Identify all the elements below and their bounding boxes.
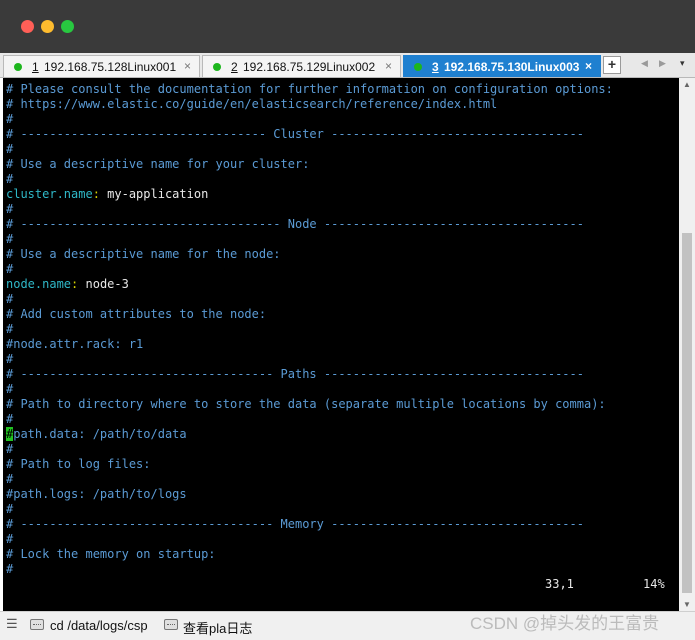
cursor-line-text: path.data: /path/to/data	[13, 427, 187, 441]
terminal-line: #	[6, 322, 14, 336]
terminal-line: #node.attr.rack: r1	[6, 337, 144, 351]
terminal-line: #	[6, 562, 14, 576]
config-key: node.name	[6, 277, 72, 291]
scrollbar-thumb[interactable]	[682, 233, 692, 593]
terminal-line: #	[6, 172, 14, 186]
terminal-line: # Please consult the documentation for f…	[6, 82, 613, 96]
terminal-line: #	[6, 292, 14, 306]
quick-command-cd-logs[interactable]: cd /data/logs/csp	[50, 618, 148, 633]
tab-scroll-right-icon[interactable]: ▶	[659, 58, 666, 69]
session-tab-bar: 1 192.168.75.128Linux001 × 2 192.168.75.…	[0, 53, 695, 78]
terminal-line: #	[6, 202, 14, 216]
close-tab-icon[interactable]: ×	[184, 59, 191, 73]
close-tab-icon[interactable]: ×	[585, 59, 592, 73]
terminal-line: #	[6, 502, 14, 516]
terminal-line: #	[6, 262, 14, 276]
tab-host-label: 192.168.75.129Linux002	[243, 60, 376, 74]
session-tab-3-active[interactable]: 3 192.168.75.130Linux003 ×	[403, 55, 601, 77]
session-tab-2[interactable]: 2 192.168.75.129Linux002 ×	[202, 55, 401, 77]
terminal-line: # ------------------------------------ N…	[6, 217, 584, 231]
terminal-line: # Add custom attributes to the node:	[6, 307, 267, 321]
tab-list-menu-icon[interactable]: ▾	[680, 58, 685, 69]
terminal-line: # Lock the memory on startup:	[6, 547, 216, 561]
close-tab-icon[interactable]: ×	[385, 59, 392, 73]
tab-host-label: 192.168.75.130Linux003	[444, 60, 580, 74]
terminal-line: #	[6, 382, 14, 396]
scroll-down-icon[interactable]: ▼	[683, 600, 691, 609]
connected-status-icon	[14, 63, 22, 71]
terminal-line: #	[6, 412, 14, 426]
tab-number: 3	[432, 60, 439, 74]
quick-command-view-pla-log[interactable]: 查看pla日志	[183, 618, 252, 637]
tab-scroll-left-icon[interactable]: ◀	[641, 58, 648, 69]
terminal-line: # Use a descriptive name for your cluste…	[6, 157, 310, 171]
config-line-cluster-name: cluster.name: my-application	[6, 187, 208, 202]
terminal-scrollbar[interactable]: ▲ ▼	[679, 78, 695, 611]
connected-status-icon	[414, 63, 422, 71]
config-line-node-name: node.name: node-3	[6, 277, 129, 292]
connected-status-icon	[213, 63, 221, 71]
csdn-watermark: CSDN @掉头发的王富贵	[470, 614, 660, 633]
cursor-line: #path.data: /path/to/data	[6, 427, 187, 442]
terminal-line: #	[6, 112, 14, 126]
tab-host-label: 192.168.75.128Linux001	[44, 60, 177, 74]
terminal-line: #	[6, 472, 14, 486]
terminal-line: # Path to log files:	[6, 457, 151, 471]
tab-number: 1	[32, 60, 39, 74]
terminal-line: #	[6, 142, 14, 156]
terminal-line: # Use a descriptive name for the node:	[6, 247, 281, 261]
terminal-line: # ----------------------------------- Me…	[6, 517, 584, 531]
scroll-up-icon[interactable]: ▲	[683, 80, 691, 89]
session-tab-1[interactable]: 1 192.168.75.128Linux001 ×	[3, 55, 200, 77]
terminal-line: #	[6, 352, 14, 366]
minimize-window-button[interactable]	[41, 20, 54, 33]
zoom-window-button[interactable]	[61, 20, 74, 33]
terminal-screen[interactable]: # Please consult the documentation for f…	[3, 78, 679, 611]
config-value: my-application	[99, 187, 209, 201]
config-value: node-3	[78, 277, 129, 291]
window-titlebar	[0, 0, 695, 53]
vim-cursor-position: 33,1	[545, 577, 574, 591]
terminal-line: # ----------------------------------- Pa…	[6, 367, 584, 381]
config-key: cluster.name	[6, 187, 93, 201]
terminal-line: #	[6, 442, 14, 456]
keyboard-icon	[30, 619, 44, 630]
close-window-button[interactable]	[21, 20, 34, 33]
vim-scroll-percent: 14%	[643, 577, 665, 591]
tab-number: 2	[231, 60, 238, 74]
terminal-line: # ---------------------------------- Clu…	[6, 127, 584, 141]
new-tab-button[interactable]: +	[603, 56, 621, 74]
terminal-line: #	[6, 232, 14, 246]
terminal-line: # https://www.elastic.co/guide/en/elasti…	[6, 97, 498, 111]
terminal-line: # Path to directory where to store the d…	[6, 397, 606, 411]
terminal-line: #path.logs: /path/to/logs	[6, 487, 187, 501]
keyboard-icon	[164, 619, 178, 630]
terminal-line: #	[6, 532, 14, 546]
quick-command-menu-icon[interactable]: ☰	[6, 616, 18, 632]
config-colon: :	[92, 187, 100, 201]
